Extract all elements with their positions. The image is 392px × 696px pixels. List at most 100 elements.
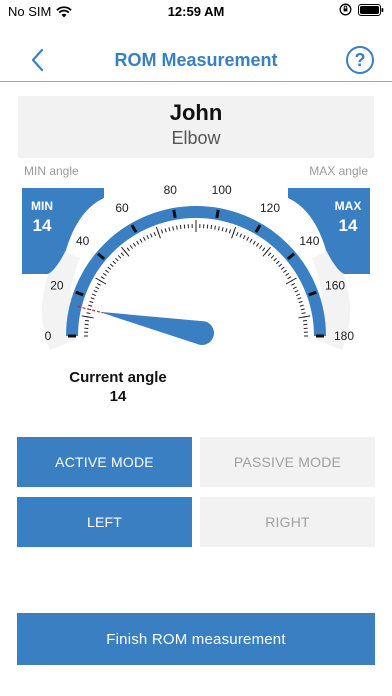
gauge-minor-tick	[291, 282, 296, 286]
gauge-minor-tick	[270, 255, 275, 259]
gauge-minor-tick	[297, 297, 302, 300]
gauge-tick-label: 120	[260, 201, 280, 215]
min-title: MIN	[31, 199, 53, 213]
gauge-minor-tick	[228, 229, 232, 234]
gauge-minor-tick	[262, 247, 266, 252]
gauge-minor-tick	[93, 289, 98, 293]
gauge-minor-tick	[252, 240, 256, 245]
gauge-minor-tick	[301, 312, 306, 315]
gauge-minor-tick	[275, 260, 280, 265]
gauge-minor-tick	[273, 257, 277, 262]
orientation-lock-icon	[339, 3, 352, 16]
gauge-minor-tick	[102, 272, 107, 277]
patient-name: John	[169, 100, 223, 125]
gauge-medium-tick	[155, 226, 161, 239]
joint-name: Elbow	[171, 128, 221, 148]
gauge-medium-tick	[231, 226, 237, 239]
gauge-needle	[77, 305, 214, 345]
max-title: MAX	[334, 199, 362, 213]
gauge-medium-tick	[81, 315, 94, 319]
gauge-minor-tick	[221, 227, 224, 232]
gauge-medium-tick	[95, 277, 107, 285]
finish-measurement-button[interactable]: Finish ROM measurement	[17, 613, 375, 665]
help-button[interactable]: ?	[346, 46, 374, 74]
gauge-tick-label: 100	[212, 183, 232, 197]
gauge-minor-tick	[129, 245, 133, 249]
gauge-minor-tick	[280, 266, 285, 270]
gauge-minor-tick	[112, 260, 117, 265]
gauge-minor-tick	[176, 225, 178, 230]
right-side-button[interactable]: RIGHT	[200, 497, 375, 547]
gauge-minor-tick	[109, 263, 114, 267]
question-circle-icon: ?	[354, 50, 366, 70]
gauge-minor-tick	[283, 269, 287, 273]
gauge-minor-tick	[302, 319, 307, 322]
current-angle-label: Current angle	[69, 369, 167, 386]
status-bar: No SIM 12:59 AM	[0, 0, 392, 24]
max-angle-caption: MAX angle	[309, 164, 368, 178]
gauge-minor-tick	[285, 272, 290, 277]
gauge-minor-tick	[153, 231, 157, 237]
gauge-tick-label: 40	[76, 234, 90, 248]
gauge-minor-tick	[298, 300, 303, 304]
gauge-minor-tick	[235, 231, 239, 237]
gauge-medium-tick	[285, 277, 297, 285]
gauge-minor-tick	[160, 229, 164, 234]
gauge-minor-tick	[132, 242, 137, 247]
gauge-minor-tick	[294, 289, 299, 293]
gauge-minor-tick	[255, 242, 260, 247]
gauge-tick-label: 20	[50, 278, 64, 292]
left-side-button[interactable]: LEFT	[17, 497, 192, 547]
active-mode-button[interactable]: ACTIVE MODE	[17, 437, 192, 487]
gauge-minor-tick	[100, 276, 105, 280]
gauge-medium-tick	[298, 315, 311, 319]
gauge-minor-tick	[259, 245, 263, 249]
gauge-minor-tick	[89, 300, 94, 304]
gauge-major-tick	[215, 209, 220, 219]
gauge-minor-tick	[95, 286, 100, 290]
gauge-minor-tick	[168, 227, 171, 232]
gauge-minor-tick	[91, 293, 97, 297]
gauge-minor-tick	[267, 252, 272, 257]
gauge-needle-body	[98, 311, 214, 345]
gauge-minor-tick	[85, 319, 90, 322]
gauge-minor-tick	[142, 236, 146, 241]
gauge-minor-tick	[105, 269, 109, 273]
gauge-minor-tick	[126, 247, 130, 252]
gauge-minor-tick	[242, 235, 246, 240]
gauge-minor-tick	[107, 266, 112, 270]
gauge-tick-label: 0	[45, 329, 52, 343]
gauge-tick-label: 60	[115, 201, 129, 215]
navigation-bar: ROM Measurement ?	[0, 36, 392, 82]
gauge-minor-tick	[90, 297, 95, 300]
patient-card: John Elbow	[18, 96, 374, 158]
gauge-minor-tick	[139, 238, 143, 243]
page-title: ROM Measurement	[114, 50, 278, 70]
gauge-tick-label: 160	[325, 278, 345, 292]
gauge-minor-tick	[96, 282, 101, 286]
gauge-minor-tick	[225, 228, 228, 233]
gauge-major-tick	[172, 209, 177, 219]
gauge-minor-tick	[300, 308, 305, 311]
gauge-minor-tick	[120, 252, 125, 257]
status-right	[339, 3, 384, 16]
gauge-minor-tick	[217, 226, 220, 231]
gauge-minor-tick	[86, 312, 91, 315]
current-angle-value: 14	[109, 388, 127, 405]
gauge-minor-tick	[214, 225, 216, 230]
gauge-minor-tick	[210, 225, 213, 230]
gauge-minor-tick	[146, 235, 150, 240]
passive-mode-button[interactable]: PASSIVE MODE	[200, 437, 375, 487]
gauge-minor-tick	[239, 233, 243, 238]
gauge-minor-tick	[117, 255, 122, 259]
status-time: 12:59 AM	[167, 4, 225, 19]
gauge-minor-tick	[249, 238, 253, 243]
min-value: 14	[32, 216, 52, 235]
gauge-minor-tick	[164, 228, 167, 233]
gauge-tick-label: 80	[164, 183, 178, 197]
gauge-minor-tick	[246, 236, 250, 241]
gauge-tick-label: 140	[299, 234, 319, 248]
max-value: 14	[338, 216, 358, 235]
gauge-minor-tick	[292, 286, 297, 290]
gauge-minor-tick	[172, 226, 175, 231]
